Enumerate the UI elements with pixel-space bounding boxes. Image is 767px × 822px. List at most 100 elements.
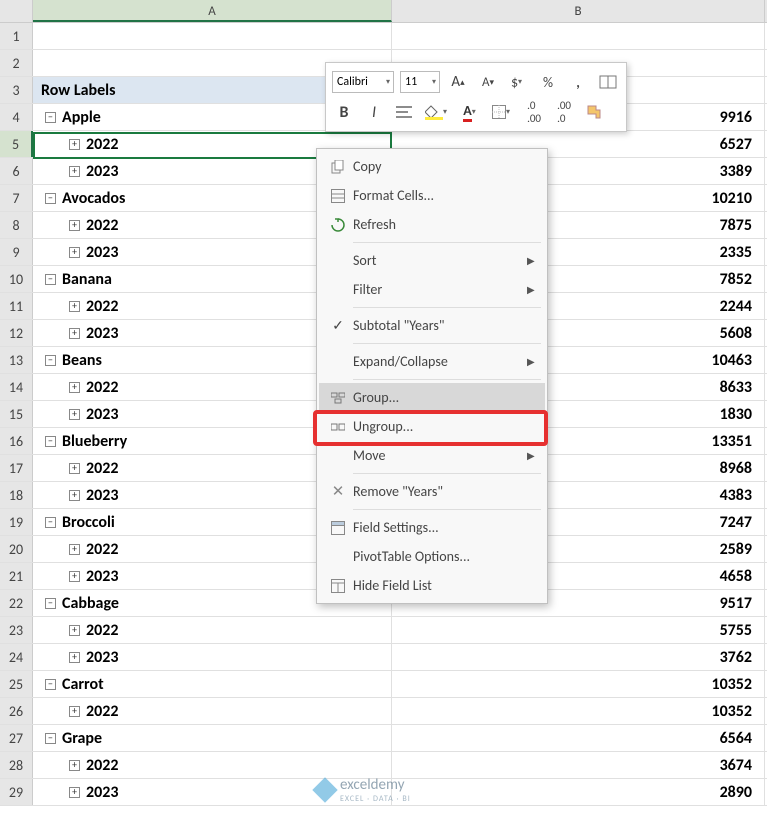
row-header[interactable]: 13 — [0, 347, 33, 373]
row-header[interactable]: 15 — [0, 401, 33, 427]
comma-icon[interactable]: , — [566, 69, 590, 95]
cell-b[interactable]: 5755 — [392, 617, 765, 643]
row-header[interactable]: 6 — [0, 158, 33, 184]
expand-icon[interactable]: + — [69, 301, 80, 312]
select-all-corner[interactable] — [0, 0, 33, 22]
decrease-decimal-icon[interactable]: .00.0 — [552, 99, 576, 125]
row-header[interactable]: 11 — [0, 293, 33, 319]
cell-a[interactable]: −Carrot — [33, 671, 392, 697]
row-header[interactable]: 17 — [0, 455, 33, 481]
row-header[interactable]: 22 — [0, 590, 33, 616]
cell-a[interactable]: +2022 — [33, 698, 392, 724]
expand-icon[interactable]: + — [69, 652, 80, 663]
expand-icon[interactable]: + — [69, 571, 80, 582]
ctx-move[interactable]: Move▶ — [319, 441, 545, 470]
row-header[interactable]: 24 — [0, 644, 33, 670]
row-header[interactable]: 23 — [0, 617, 33, 643]
font-size-combo[interactable]: 11▾ — [400, 71, 440, 93]
row-header[interactable]: 14 — [0, 374, 33, 400]
collapse-icon[interactable]: − — [45, 436, 56, 447]
cell-b[interactable] — [392, 23, 765, 49]
row-header[interactable]: 3 — [0, 77, 33, 103]
italic-icon[interactable]: I — [362, 99, 386, 125]
expand-icon[interactable]: + — [69, 166, 80, 177]
row-header[interactable]: 27 — [0, 725, 33, 751]
currency-icon[interactable]: $▾ — [506, 69, 530, 95]
ctx-ungroup[interactable]: Ungroup... — [319, 412, 545, 441]
bold-icon[interactable]: B — [332, 99, 356, 125]
format-painter-icon[interactable] — [582, 99, 606, 125]
ctx-group[interactable]: Group... — [319, 383, 545, 412]
ctx-sort[interactable]: Sort▶ — [319, 246, 545, 275]
ctx-filter[interactable]: Filter▶ — [319, 275, 545, 304]
expand-icon[interactable]: + — [69, 220, 80, 231]
ctx-copy[interactable]: Copy — [319, 152, 545, 181]
increase-font-icon[interactable]: A▴ — [446, 69, 470, 95]
row-header[interactable]: 8 — [0, 212, 33, 238]
cell-b[interactable]: 3762 — [392, 644, 765, 670]
font-name-combo[interactable]: Calibri▾ — [332, 71, 394, 93]
collapse-icon[interactable]: − — [45, 112, 56, 123]
decrease-font-icon[interactable]: A▾ — [476, 69, 500, 95]
align-icon[interactable] — [392, 99, 416, 125]
expand-icon[interactable]: + — [69, 382, 80, 393]
ctx-subtotal[interactable]: ✓Subtotal "Years" — [319, 311, 545, 340]
expand-icon[interactable]: + — [69, 490, 80, 501]
row-header[interactable]: 18 — [0, 482, 33, 508]
row-header[interactable]: 19 — [0, 509, 33, 535]
expand-icon[interactable]: + — [69, 706, 80, 717]
expand-icon[interactable]: + — [69, 787, 80, 798]
row-header[interactable]: 29 — [0, 779, 33, 805]
row-header[interactable]: 1 — [0, 23, 33, 49]
expand-icon[interactable]: + — [69, 625, 80, 636]
row-header[interactable]: 7 — [0, 185, 33, 211]
row-header[interactable]: 12 — [0, 320, 33, 346]
ctx-hide-field-list[interactable]: Hide Field List — [319, 571, 545, 600]
ctx-format-cells[interactable]: Format Cells... — [319, 181, 545, 210]
ctx-remove[interactable]: ✕Remove "Years" — [319, 477, 545, 506]
ctx-pivottable-options[interactable]: PivotTable Options... — [319, 542, 545, 571]
ctx-expand-collapse[interactable]: Expand/Collapse▶ — [319, 347, 545, 376]
percent-icon[interactable]: % — [536, 69, 560, 95]
cell-b[interactable]: 10352 — [392, 671, 765, 697]
collapse-icon[interactable]: − — [45, 274, 56, 285]
expand-icon[interactable]: + — [69, 247, 80, 258]
collapse-icon[interactable]: − — [45, 193, 56, 204]
collapse-icon[interactable]: − — [45, 679, 56, 690]
cell-b[interactable]: 6564 — [392, 725, 765, 751]
expand-icon[interactable]: + — [69, 463, 80, 474]
row-header[interactable]: 25 — [0, 671, 33, 697]
cell-a[interactable]: +2022 — [33, 752, 392, 778]
row-header[interactable]: 9 — [0, 239, 33, 265]
borders-icon[interactable]: ▾ — [489, 99, 516, 125]
row-header[interactable]: 4 — [0, 104, 33, 130]
col-header-b[interactable]: B — [392, 0, 765, 22]
cell-b[interactable]: 10352 — [392, 698, 765, 724]
row-header[interactable]: 2 — [0, 50, 33, 76]
row-header[interactable]: 28 — [0, 752, 33, 778]
col-header-a[interactable]: A — [33, 0, 392, 22]
cell-a[interactable] — [33, 23, 392, 49]
merge-icon[interactable] — [596, 69, 620, 95]
collapse-icon[interactable]: − — [45, 733, 56, 744]
cell-a[interactable]: +2022 — [33, 617, 392, 643]
row-header[interactable]: 21 — [0, 563, 33, 589]
expand-icon[interactable]: + — [69, 409, 80, 420]
fill-color-icon[interactable]: ▾ — [422, 99, 453, 125]
collapse-icon[interactable]: − — [45, 517, 56, 528]
expand-icon[interactable]: + — [69, 328, 80, 339]
ctx-refresh[interactable]: Refresh — [319, 210, 545, 239]
cell-b[interactable]: 2890 — [392, 779, 765, 805]
increase-decimal-icon[interactable]: .0.00 — [522, 99, 546, 125]
expand-icon[interactable]: + — [69, 139, 80, 150]
row-header[interactable]: 20 — [0, 536, 33, 562]
ctx-field-settings[interactable]: Field Settings... — [319, 513, 545, 542]
row-header[interactable]: 26 — [0, 698, 33, 724]
font-color-icon[interactable]: A▾ — [459, 99, 483, 125]
cell-a[interactable]: −Grape — [33, 725, 392, 751]
expand-icon[interactable]: + — [69, 544, 80, 555]
collapse-icon[interactable]: − — [45, 598, 56, 609]
row-header[interactable]: 5 — [0, 131, 33, 157]
cell-a[interactable]: +2023 — [33, 644, 392, 670]
expand-icon[interactable]: + — [69, 760, 80, 771]
